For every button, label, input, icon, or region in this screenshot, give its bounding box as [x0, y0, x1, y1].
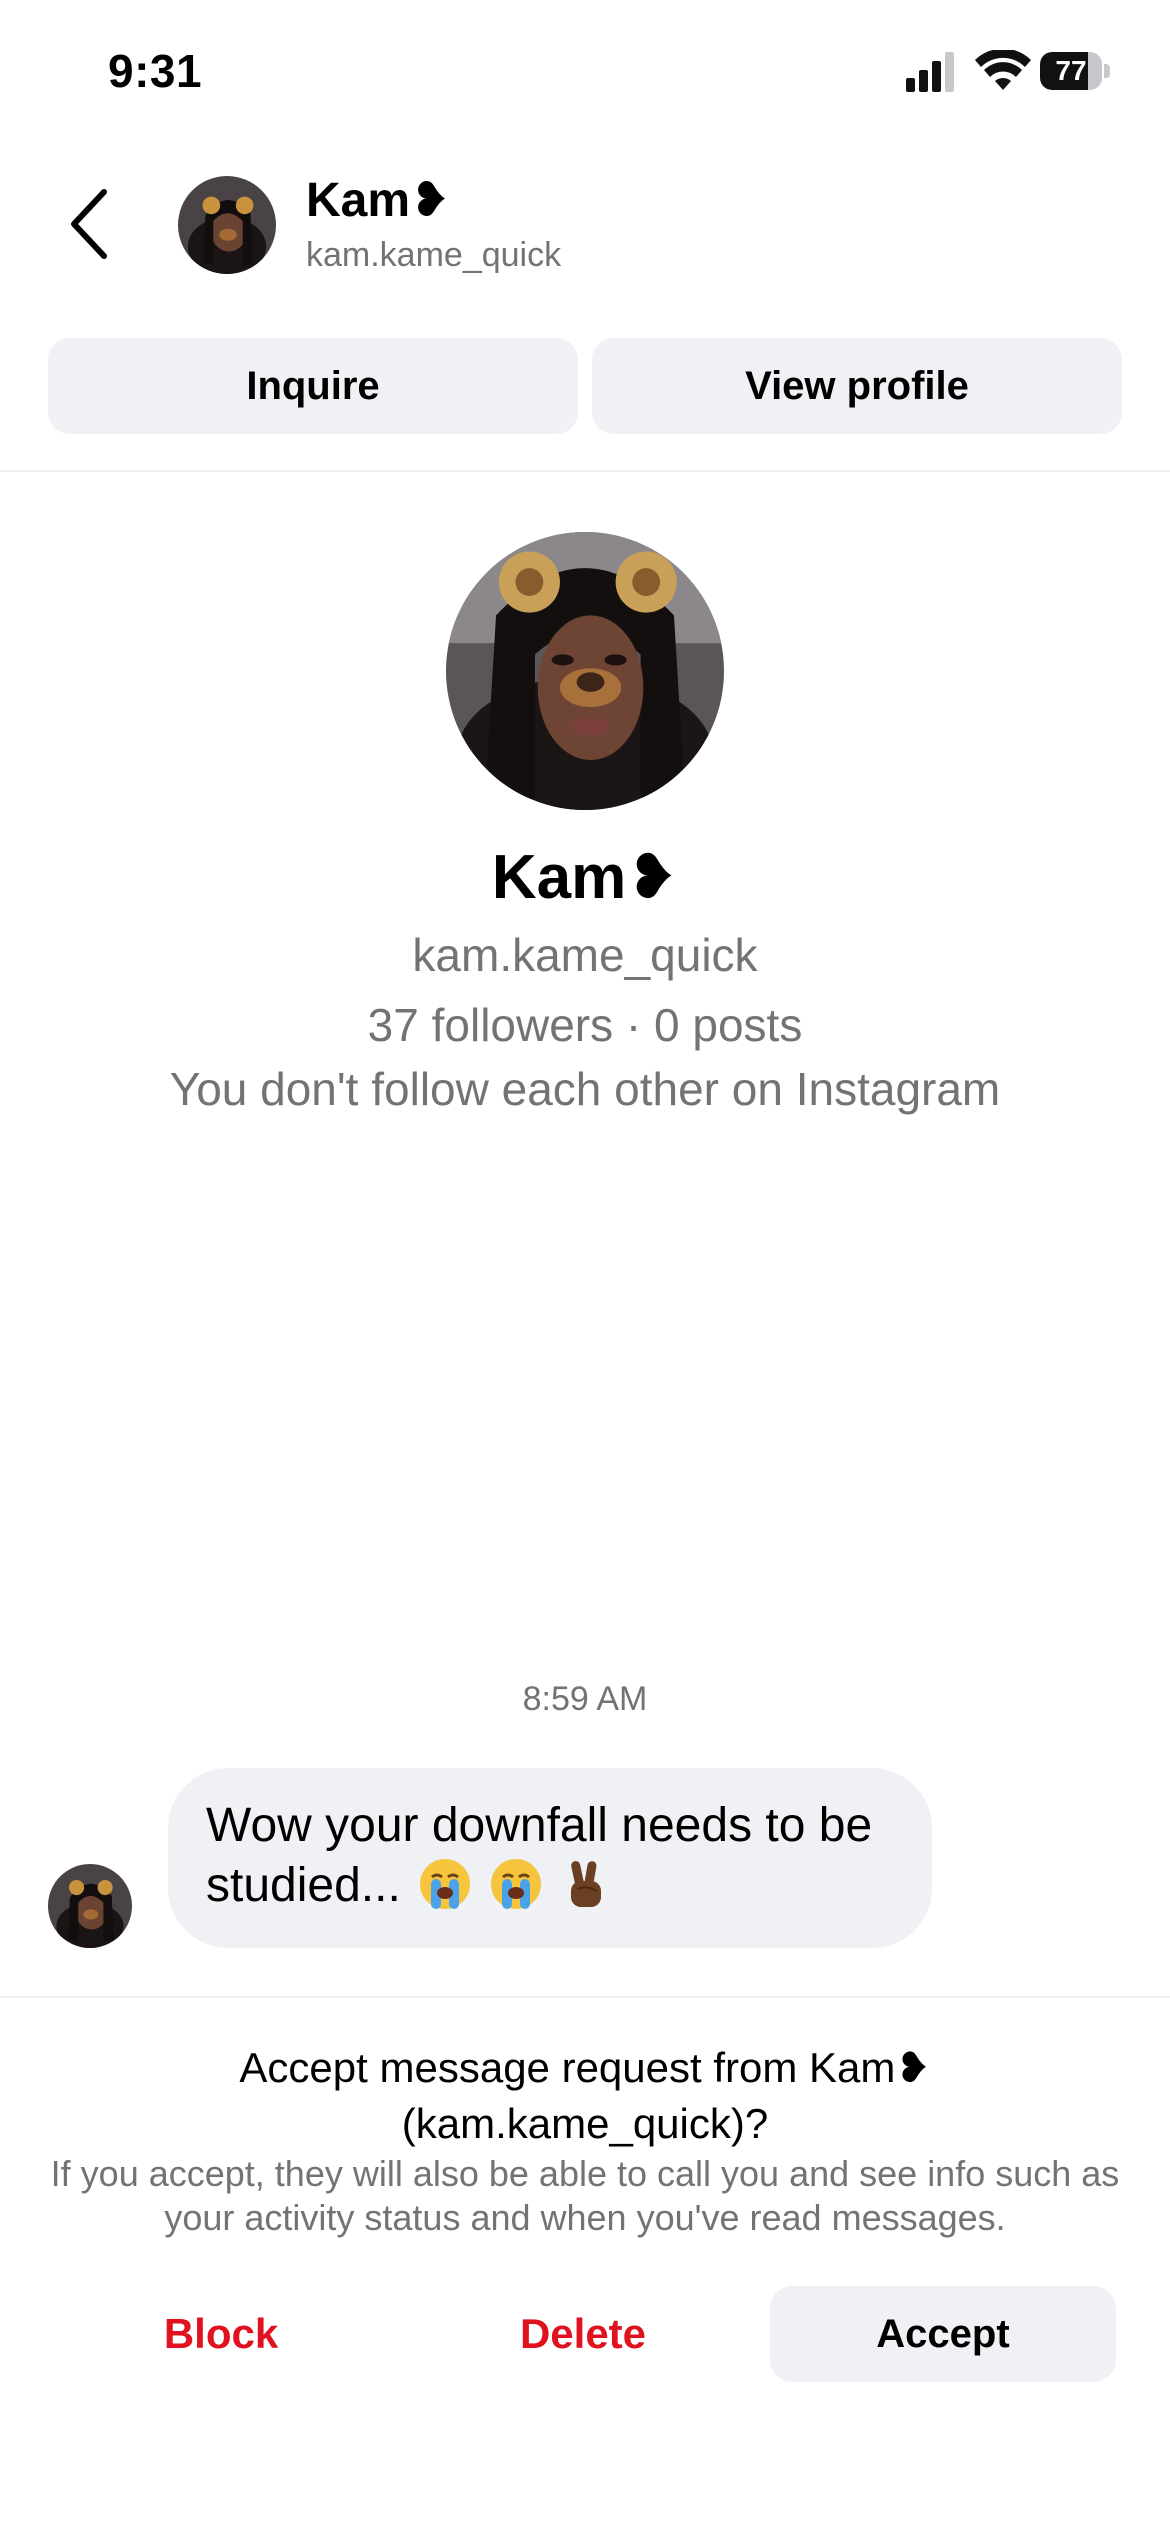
request-title: Accept message request from Kam❥ (kam.ka… [0, 2040, 1170, 2152]
cellular-signal-icon [906, 52, 954, 92]
request-description: If you accept, they will also be able to… [0, 2152, 1170, 2240]
inquire-button[interactable]: Inquire [48, 338, 578, 434]
view-profile-button[interactable]: View profile [592, 338, 1122, 434]
battery-icon: 77 [1040, 52, 1112, 90]
profile-name: Kam❥ [491, 843, 679, 912]
chevron-left-icon[interactable] [66, 186, 114, 262]
status-time: 9:31 [108, 45, 203, 97]
profile-stats: 37 followers · 0 posts [367, 999, 803, 1051]
profile-avatar[interactable] [446, 532, 724, 810]
header-name: Kam❥ [306, 174, 451, 227]
message-timestamp: 8:59 AM [522, 1680, 648, 1718]
victory-hand-emoji-icon [570, 1861, 601, 1907]
mutual-follow-status: You don't follow each other on Instagram [169, 1063, 1001, 1115]
divider [0, 470, 1170, 472]
request-title-text: Accept message request from Kam❥ (kam.ka… [239, 2044, 931, 2147]
accept-button[interactable]: Accept [770, 2286, 1116, 2382]
profile-handle: kam.kame_quick [412, 929, 758, 981]
block-button[interactable]: Block [118, 2286, 324, 2382]
sender-avatar[interactable] [48, 1864, 132, 1948]
delete-button[interactable]: Delete [480, 2286, 686, 2382]
header-handle: kam.kame_quick [306, 236, 562, 274]
message-bubble[interactable]: Wow your downfall needs to be studied... [168, 1768, 932, 1948]
wifi-icon [975, 50, 1031, 90]
divider [0, 1996, 1170, 1998]
crying-face-emoji-icon [420, 1859, 471, 1909]
request-description-text: If you accept, they will also be able to… [50, 2153, 1120, 2238]
crying-face-emoji-icon [491, 1859, 542, 1909]
avatar[interactable] [178, 176, 276, 274]
battery-percent: 77 [1055, 55, 1087, 86]
